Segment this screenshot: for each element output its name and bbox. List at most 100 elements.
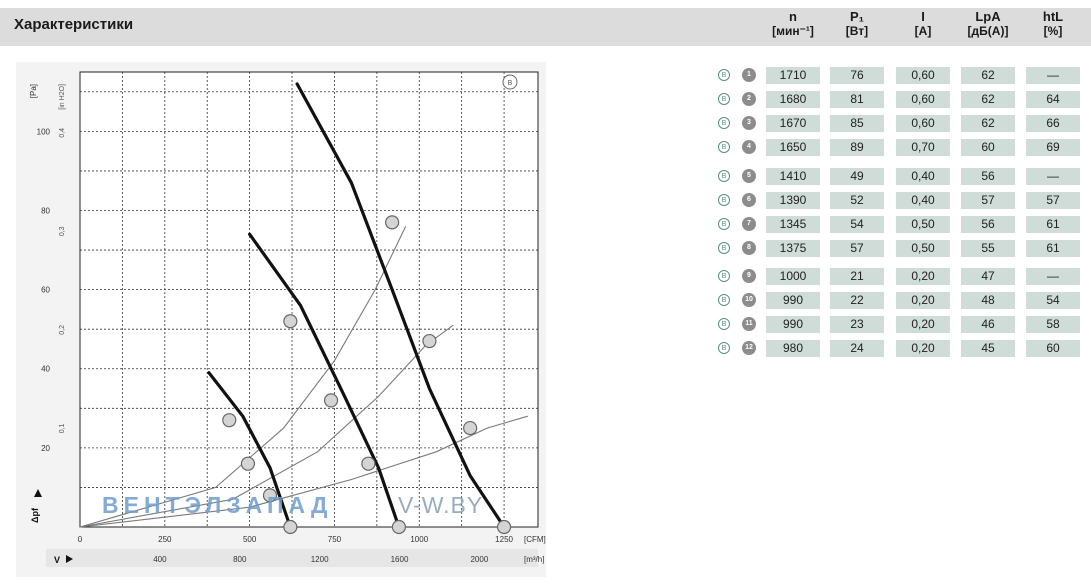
x-tick-label: 0 bbox=[78, 535, 83, 544]
y2-tick-label: 0,2 bbox=[59, 325, 66, 335]
watermark-site: V-W.BY bbox=[398, 492, 483, 519]
type-badge-icon: B bbox=[718, 218, 730, 230]
table-cell-htl: 61 bbox=[1026, 216, 1080, 233]
table-cell-htl: 57 bbox=[1026, 192, 1080, 209]
type-badge-icon: B bbox=[718, 342, 730, 354]
x-tick-label: 1000 bbox=[410, 535, 428, 544]
table-cell-n: 1000 bbox=[766, 268, 820, 285]
table-cell-p1: 85 bbox=[830, 115, 884, 132]
y-axis-label: Δpf bbox=[30, 507, 40, 523]
column-symbol: n bbox=[789, 9, 797, 24]
table-cell-htl: — bbox=[1026, 268, 1080, 285]
row-number-badge: 10 bbox=[742, 293, 756, 307]
y-axis-unit: [Pa] bbox=[29, 84, 38, 98]
table-cell-p1: 24 bbox=[830, 340, 884, 357]
table-cell-n: 1710 bbox=[766, 67, 820, 84]
table-cell-n: 1650 bbox=[766, 139, 820, 156]
table-cell-n: 1680 bbox=[766, 91, 820, 108]
table-cell-p1: 52 bbox=[830, 192, 884, 209]
table-cell-n: 1345 bbox=[766, 216, 820, 233]
table-cell-i: 0,20 bbox=[896, 268, 950, 285]
column-unit: [Вт] bbox=[845, 24, 869, 38]
row-number-badge: 7 bbox=[742, 217, 756, 231]
table-cell-i: 0,50 bbox=[896, 240, 950, 257]
column-header-4: htL [%] bbox=[1026, 9, 1080, 39]
corner-badge-letter: B bbox=[508, 80, 513, 87]
table-cell-lpa: 62 bbox=[961, 91, 1015, 108]
x-tick-label: 500 bbox=[243, 535, 257, 544]
type-badge-icon: B bbox=[718, 170, 730, 182]
row-number-badge: 3 bbox=[742, 116, 756, 130]
table-cell-n: 1670 bbox=[766, 115, 820, 132]
table-cell-lpa: 46 bbox=[961, 316, 1015, 333]
table-cell-i: 0,60 bbox=[896, 115, 950, 132]
type-badge-icon: B bbox=[718, 93, 730, 105]
row-number-badge: 11 bbox=[742, 317, 756, 331]
column-unit: [дБ(А)] bbox=[967, 24, 1009, 38]
watermark-brand: ВЕНТЭЛЗАПАД bbox=[102, 492, 332, 519]
table-cell-lpa: 48 bbox=[961, 292, 1015, 309]
table-cell-htl: 69 bbox=[1026, 139, 1080, 156]
x2-tick-label: 1600 bbox=[391, 555, 409, 564]
row-number-badge: 1 bbox=[742, 68, 756, 82]
type-badge-icon: B bbox=[718, 117, 730, 129]
table-cell-p1: 81 bbox=[830, 91, 884, 108]
x-tick-label: 750 bbox=[328, 535, 342, 544]
operating-point-2 bbox=[463, 420, 478, 436]
table-cell-i: 0,20 bbox=[896, 340, 950, 357]
table-cell-lpa: 60 bbox=[961, 139, 1015, 156]
type-badge-icon: B bbox=[718, 318, 730, 330]
table-cell-htl: 61 bbox=[1026, 240, 1080, 257]
row-number-badge: 4 bbox=[742, 140, 756, 154]
row-number-badge: 12 bbox=[742, 341, 756, 355]
y2-tick-label: 0,4 bbox=[59, 128, 66, 138]
table-cell-i: 0,40 bbox=[896, 168, 950, 185]
table-cell-lpa: 45 bbox=[961, 340, 1015, 357]
column-header-0: n [мин⁻¹] bbox=[766, 9, 820, 39]
table-cell-n: 990 bbox=[766, 316, 820, 333]
table-cell-n: 990 bbox=[766, 292, 820, 309]
x2-tick-label: 2000 bbox=[470, 555, 488, 564]
type-badge-icon: B bbox=[718, 270, 730, 282]
x2-axis-unit: [m³/h] bbox=[524, 555, 544, 564]
table-cell-n: 1390 bbox=[766, 192, 820, 209]
type-badge-icon: B bbox=[718, 69, 730, 81]
table-cell-p1: 89 bbox=[830, 139, 884, 156]
operating-point-7 bbox=[323, 393, 339, 408]
row-number-badge: 9 bbox=[742, 269, 756, 283]
column-symbol: P₁ bbox=[849, 9, 865, 24]
table-cell-lpa: 57 bbox=[961, 192, 1015, 209]
x2-tick-label: 1200 bbox=[311, 555, 329, 564]
table-cell-lpa: 62 bbox=[961, 115, 1015, 132]
table-cell-htl: — bbox=[1026, 67, 1080, 84]
x2-tick-label: 400 bbox=[153, 555, 167, 564]
y2-axis-unit: [in H2O] bbox=[59, 84, 66, 110]
y-tick-label: 60 bbox=[41, 286, 50, 295]
table-cell-i: 0,20 bbox=[896, 316, 950, 333]
operating-point-5 bbox=[391, 519, 407, 535]
operating-point-4 bbox=[385, 215, 400, 230]
y2-tick-label: 0,3 bbox=[59, 226, 66, 236]
table-cell-p1: 23 bbox=[830, 316, 884, 333]
y-tick-label: 80 bbox=[41, 206, 50, 215]
type-badge-icon: B bbox=[718, 141, 730, 153]
y-tick-label: 40 bbox=[41, 365, 50, 374]
table-cell-p1: 22 bbox=[830, 292, 884, 309]
table-cell-i: 0,40 bbox=[896, 192, 950, 209]
table-cell-i: 0,60 bbox=[896, 67, 950, 84]
plot-area bbox=[79, 71, 539, 528]
x-axis-unit: [CFM] bbox=[524, 535, 546, 544]
table-cell-p1: 54 bbox=[830, 216, 884, 233]
operating-point-6 bbox=[361, 456, 376, 471]
column-unit: [%] bbox=[1043, 24, 1063, 38]
table-cell-i: 0,50 bbox=[896, 216, 950, 233]
column-symbol: htL bbox=[1042, 9, 1064, 24]
column-header-1: P₁ [Вт] bbox=[830, 9, 884, 39]
x-axis-label: V bbox=[54, 555, 60, 565]
table-cell-p1: 49 bbox=[830, 168, 884, 185]
row-number-badge: 2 bbox=[742, 92, 756, 106]
table-cell-n: 980 bbox=[766, 340, 820, 357]
column-header-2: I [A] bbox=[896, 10, 950, 39]
operating-point-11 bbox=[240, 456, 256, 471]
operating-point-9 bbox=[283, 519, 298, 535]
